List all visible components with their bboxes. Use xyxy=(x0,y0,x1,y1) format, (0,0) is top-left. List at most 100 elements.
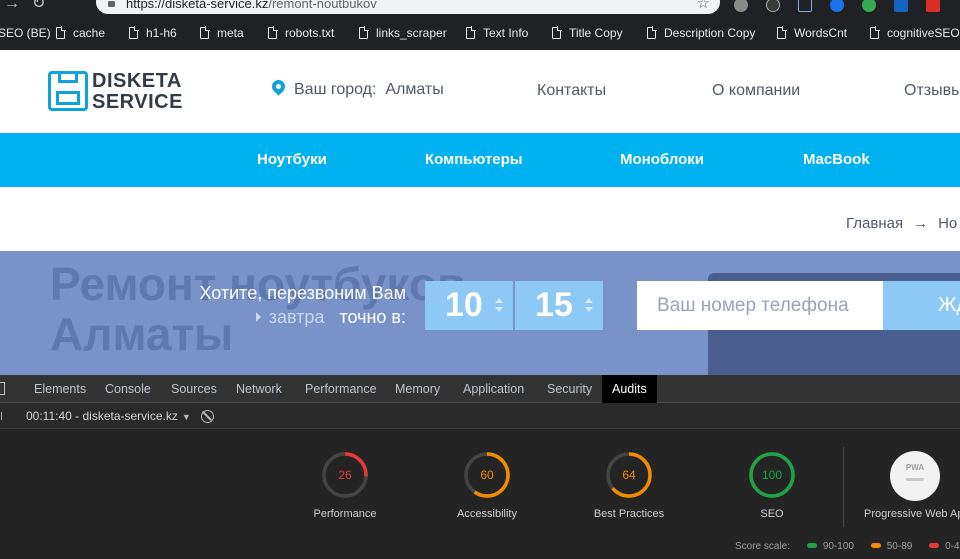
bookmark-item[interactable]: meta xyxy=(200,26,244,42)
reload-icon[interactable]: ↻ xyxy=(32,0,45,12)
minute-spinner[interactable]: 15 xyxy=(515,281,603,330)
tab-performance[interactable]: Performance xyxy=(295,375,387,403)
bookmark-item[interactable]: WordsCnt xyxy=(777,26,847,42)
nav-link-reviews[interactable]: Отзывы xyxy=(904,82,960,100)
page-icon xyxy=(870,26,880,39)
gauge-label: SEO xyxy=(760,508,784,520)
gauge-label: Accessibility xyxy=(457,508,517,520)
menu-item-monoblocks[interactable]: Моноблоки xyxy=(620,151,704,168)
tab-sources[interactable]: Sources xyxy=(161,375,227,403)
caret-down-icon: ▼ xyxy=(181,412,191,422)
menu-item-macbook[interactable]: MacBook xyxy=(803,151,870,168)
logo-text: DISKETA SERVICE xyxy=(92,70,183,113)
extension-icon[interactable] xyxy=(894,0,908,12)
gauge-seo[interactable]: 100 xyxy=(748,451,796,499)
phone-input[interactable] xyxy=(637,281,883,330)
gauge-score: 60 xyxy=(480,468,494,482)
browser-toolbar: → ↻ https://disketa-service.kz/remont-no… xyxy=(0,0,960,17)
nav-link-about[interactable]: О компании xyxy=(712,82,800,100)
page-icon xyxy=(552,26,562,39)
breadcrumb-home[interactable]: Главная xyxy=(846,215,903,232)
bookmark-item[interactable]: robots.txt xyxy=(268,26,334,42)
bookmark-item[interactable]: links_scraper xyxy=(359,26,447,42)
main-menu: Ноутбуки Компьютеры Моноблоки MacBook xyxy=(0,133,960,187)
site-logo[interactable]: DISKETA SERVICE xyxy=(48,71,198,113)
bookmarks-bar: SEO (BE) cache h1-h6 meta robots.txt lin… xyxy=(0,17,960,50)
callback-submit-button[interactable]: Жд xyxy=(883,281,960,330)
inspect-element-icon[interactable] xyxy=(0,382,5,395)
city-selector[interactable]: Ваш город: Алматы xyxy=(269,77,444,99)
gauge-label: Performance xyxy=(313,508,377,520)
screen: → ↻ https://disketa-service.kz/remont-no… xyxy=(0,0,960,559)
extension-icon[interactable] xyxy=(830,0,844,12)
spinner-arrows-icon[interactable] xyxy=(585,298,593,314)
tab-application[interactable]: Application xyxy=(453,375,534,403)
forward-icon[interactable]: → xyxy=(4,0,20,12)
tab-network[interactable]: Network xyxy=(226,375,292,403)
gauge-accessibility[interactable]: 60 xyxy=(463,451,511,499)
breadcrumb-separator: → xyxy=(913,215,929,232)
page-icon xyxy=(777,26,787,39)
page-icon xyxy=(466,26,476,39)
gauge-label: Best Practices xyxy=(593,508,665,520)
breadcrumb: Главная → Но xyxy=(846,215,957,232)
report-selector[interactable]: 00:11:40 - disketa-service.kz ▼ xyxy=(26,409,191,423)
menu-item-computers[interactable]: Компьютеры xyxy=(425,151,523,168)
page-icon xyxy=(647,26,657,39)
devtools-tab-bar: Elements Console Sources Network Perform… xyxy=(0,375,960,403)
gauge-performance[interactable]: 26 xyxy=(321,451,369,499)
score-scale: Score scale: 90-100 50-89 0-49 xyxy=(735,541,960,552)
floppy-disk-icon xyxy=(48,71,88,111)
scale-dot-red xyxy=(929,543,940,548)
bookmark-item[interactable]: h1-h6 xyxy=(129,26,177,42)
gauge-divider xyxy=(843,447,844,527)
bookmark-item[interactable]: cognitiveSEO xyxy=(870,26,960,42)
hour-spinner[interactable]: 10 xyxy=(425,281,513,330)
tab-memory[interactable]: Memory xyxy=(385,375,450,403)
callback-day-selector[interactable]: завтра xyxy=(255,307,324,327)
hero-banner: Ремонт ноутбуков Алматы Хотите, перезвон… xyxy=(0,251,960,375)
gauge-score: 64 xyxy=(622,468,636,482)
breadcrumb-current: Но xyxy=(938,215,958,232)
bookmark-item[interactable]: Description Copy xyxy=(647,26,755,42)
triangle-right-icon xyxy=(255,312,261,322)
bookmark-item[interactable]: SEO (BE) xyxy=(0,26,51,42)
scale-dot-orange xyxy=(870,543,881,548)
nav-link-contacts[interactable]: Контакты xyxy=(537,82,606,100)
address-bar[interactable]: https://disketa-service.kz/remont-noutbu… xyxy=(96,0,720,14)
extension-icon[interactable] xyxy=(926,0,940,12)
bookmark-item[interactable]: cache xyxy=(56,26,105,42)
panel-toggle-icon[interactable] xyxy=(0,412,2,420)
tab-security[interactable]: Security xyxy=(537,375,602,403)
callback-prompt: Хотите, перезвоним Вам завтра точно в: xyxy=(199,283,406,327)
tab-console[interactable]: Console xyxy=(95,375,161,403)
gauge-score: 100 xyxy=(761,468,783,482)
location-pin-icon xyxy=(269,77,288,96)
devtools-panel: Elements Console Sources Network Perform… xyxy=(0,375,960,559)
page-icon xyxy=(359,26,369,39)
page-icon xyxy=(268,26,278,39)
extension-icon[interactable] xyxy=(734,0,748,12)
extension-icon[interactable] xyxy=(798,0,812,12)
tab-audits[interactable]: Audits xyxy=(602,375,657,403)
lock-icon xyxy=(108,1,115,7)
gauge-score: 26 xyxy=(338,468,352,482)
bookmark-item[interactable]: Text Info xyxy=(466,26,528,42)
tab-elements[interactable]: Elements xyxy=(24,375,96,403)
clear-icon[interactable] xyxy=(201,410,214,423)
page-icon xyxy=(129,26,139,39)
bookmark-item[interactable]: Title Copy xyxy=(552,26,623,42)
menu-item-laptops[interactable]: Ноутбуки xyxy=(257,151,327,168)
extension-icon[interactable] xyxy=(862,0,876,12)
pwa-bar-icon xyxy=(906,478,924,481)
url-text[interactable]: https://disketa-service.kz/remont-noutbu… xyxy=(126,0,377,11)
pwa-label: Progressive Web App xyxy=(864,508,960,520)
site-header: DISKETA SERVICE Ваш город: Алматы Контак… xyxy=(0,50,960,133)
gauge-best-practices[interactable]: 64 xyxy=(605,451,653,499)
spinner-arrows-icon[interactable] xyxy=(495,298,503,314)
audits-toolbar: 00:11:40 - disketa-service.kz ▼ xyxy=(0,403,960,429)
pwa-badge[interactable]: PWA xyxy=(890,451,940,501)
bookmark-star-icon[interactable]: ☆ xyxy=(697,0,710,12)
extension-icon[interactable] xyxy=(766,0,780,12)
page-icon xyxy=(200,26,210,39)
